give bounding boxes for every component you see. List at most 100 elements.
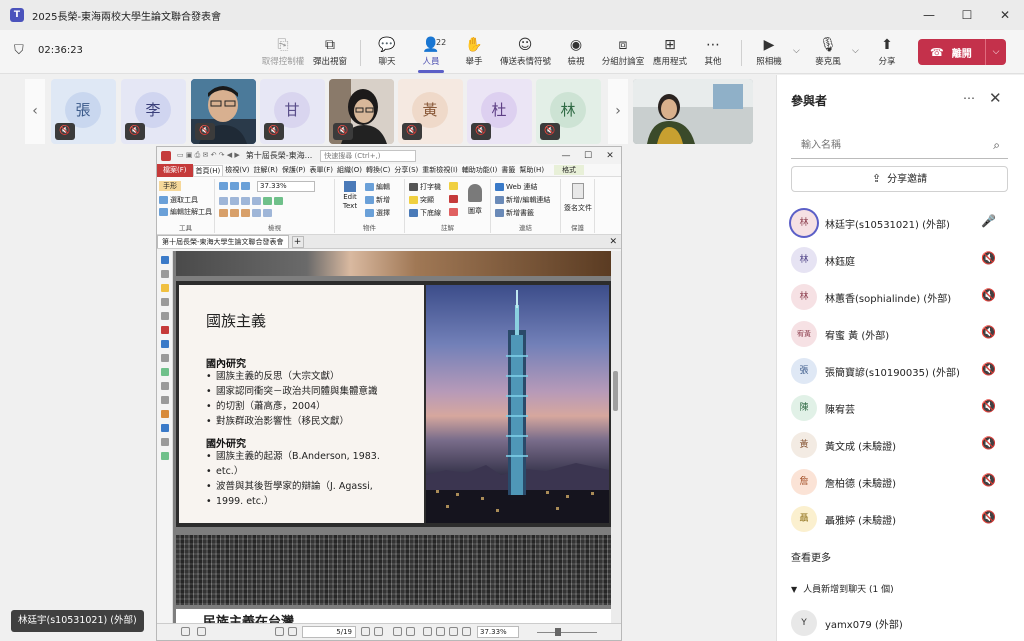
- chat-button[interactable]: 💬 聊天: [362, 36, 412, 67]
- see-more-link[interactable]: 查看更多: [791, 549, 831, 564]
- zoom-slider-knob[interactable]: [555, 628, 561, 636]
- next-page-icon[interactable]: [361, 627, 370, 636]
- pdf-close-button[interactable]: ✕: [599, 151, 621, 161]
- video-tile[interactable]: 甘 🔇: [260, 79, 325, 144]
- signatures-panel-icon[interactable]: [161, 354, 169, 362]
- participant-row[interactable]: 林林蕙香(sophialinde) (外部) 🔇: [791, 281, 1013, 311]
- layers-panel-icon[interactable]: [161, 312, 169, 320]
- tags-panel-icon[interactable]: [161, 396, 169, 404]
- destinations-panel-icon[interactable]: [161, 368, 169, 376]
- bookmark-panel-icon[interactable]: [161, 256, 169, 264]
- first-page-icon[interactable]: [275, 627, 284, 636]
- reactions-button[interactable]: ☺ 傳送表情符號: [500, 36, 551, 67]
- zoom-slider[interactable]: [537, 632, 597, 633]
- added-to-chat-section[interactable]: ▼ 人員新增到聊天 (1 個): [791, 582, 894, 595]
- breakout-rooms-button[interactable]: ⧈ 分組討論室: [598, 36, 648, 67]
- pdf-menu-item[interactable]: 組織(O): [335, 165, 364, 175]
- quick-access-toolbar[interactable]: ▭ ▣ ⎙ ✉ ↶ ↷ ◀ ▶: [177, 151, 240, 160]
- video-tile[interactable]: 張 🔇: [51, 79, 116, 144]
- raise-hand-button[interactable]: ✋ 舉手: [449, 36, 499, 67]
- video-tile[interactable]: 🔇: [191, 79, 256, 144]
- mic-options-chevron-icon[interactable]: ⌵: [852, 46, 859, 56]
- select-button[interactable]: 選擇: [365, 208, 390, 218]
- rotate-icons[interactable]: [219, 209, 274, 217]
- video-tile[interactable]: 李 🔇: [121, 79, 186, 144]
- edit-text-button[interactable]: Edit Text: [339, 181, 361, 221]
- comments-panel-icon[interactable]: [161, 284, 169, 292]
- fields-panel-icon[interactable]: [161, 438, 169, 446]
- prev-page-icon[interactable]: [288, 627, 297, 636]
- structure-panel-icon[interactable]: [161, 340, 169, 348]
- pdf-menu-item[interactable]: 分享(S): [392, 165, 420, 175]
- order-panel-icon[interactable]: [161, 424, 169, 432]
- sign-document-button[interactable]: 簽名文件: [563, 181, 593, 221]
- pop-out-button[interactable]: ⧉ 彈出視窗: [305, 36, 355, 67]
- view-tools-icons[interactable]: [219, 182, 252, 190]
- scrollbar-thumb[interactable]: [613, 371, 618, 411]
- page-number-input[interactable]: 5/19: [302, 626, 356, 638]
- articles-panel-icon[interactable]: [161, 452, 169, 460]
- participant-row[interactable]: 張張簡寶諺(s10190035) (外部) 🔇: [791, 355, 1013, 385]
- share-invite-button[interactable]: ⇪ 分享邀請: [791, 166, 1008, 192]
- edit-annot-tool-button[interactable]: 編輯註解工具: [159, 207, 212, 217]
- select-tool-button[interactable]: 選取工具: [159, 195, 198, 205]
- pdf-menu-item[interactable]: 幫助(H): [517, 165, 546, 175]
- pdf-search-input[interactable]: 快速搜尋 (Ctrl+,): [320, 149, 417, 162]
- content-panel-icon[interactable]: [161, 382, 169, 390]
- pdf-menu-item[interactable]: 保護(P): [280, 165, 308, 175]
- minimize-button[interactable]: —: [910, 8, 948, 22]
- pdf-page-area[interactable]: 國族主義 國內研究 國族主義的反思（大宗文獻） 國家認同衝突－政治共同體與集體意…: [173, 251, 617, 623]
- note-icon[interactable]: [449, 182, 460, 190]
- status-zoom-input[interactable]: 37.33%: [477, 626, 519, 638]
- last-page-icon[interactable]: [374, 627, 383, 636]
- participant-row[interactable]: 林林鈺庭 🔇: [791, 244, 1013, 274]
- leave-button[interactable]: ☎ 離開 ⌵: [918, 39, 1006, 65]
- gallery-next-button[interactable]: ›: [608, 79, 628, 144]
- facing-view-icon[interactable]: [449, 627, 458, 636]
- participant-row[interactable]: 聶聶雅婷 (未驗證) 🔇: [791, 503, 1013, 533]
- microphone-button[interactable]: 🎙 麥克風: [803, 36, 853, 67]
- camera-button[interactable]: ▶ 照相機: [744, 36, 794, 67]
- add-edit-link-button[interactable]: 新增/編輯連結: [495, 195, 550, 205]
- settings-icon[interactable]: [181, 627, 190, 636]
- page-tool-icon[interactable]: [197, 627, 206, 636]
- chat-participant-row[interactable]: Y yamx079 (外部): [791, 607, 1013, 637]
- pdf-scrollbar[interactable]: [611, 251, 621, 623]
- links-panel-icon[interactable]: [161, 410, 169, 418]
- view-mode-icons[interactable]: [219, 197, 285, 205]
- video-tile[interactable]: 🔇: [329, 79, 394, 144]
- forward-icon[interactable]: [406, 627, 415, 636]
- pdf-menu-item[interactable]: 檔案(F): [157, 163, 193, 177]
- pdf-doc-tab[interactable]: 第十屆長榮-東海大學生論文聯合發表會: [157, 235, 289, 248]
- shield-icon[interactable]: ⛉: [14, 43, 24, 58]
- close-tab-button[interactable]: ✕: [609, 237, 617, 247]
- video-tile-presenter[interactable]: [633, 79, 753, 144]
- stamp-button[interactable]: 圖章: [463, 182, 487, 222]
- camera-options-chevron-icon[interactable]: ⌵: [793, 46, 800, 56]
- pdf-menu-item[interactable]: 格式: [554, 165, 585, 175]
- pdf-minimize-button[interactable]: —: [555, 151, 577, 161]
- participant-row[interactable]: 宥黃 宥蜜 黃 (外部) 🔇: [791, 318, 1013, 348]
- take-control-button[interactable]: ⎘ 取得控制權: [258, 36, 308, 67]
- add-bookmark-button[interactable]: 新增書籤: [495, 208, 534, 218]
- typewriter-button[interactable]: 打字機: [409, 182, 441, 192]
- pages-panel-icon[interactable]: [161, 270, 169, 278]
- gallery-prev-button[interactable]: ‹: [25, 79, 45, 144]
- video-tile[interactable]: 黃 🔇: [398, 79, 463, 144]
- more-button[interactable]: ⋯ 其他: [688, 36, 738, 67]
- participant-row[interactable]: 黃黃文成 (未驗證) 🔇: [791, 429, 1013, 459]
- maximize-button[interactable]: ☐: [948, 8, 986, 22]
- close-window-button[interactable]: ✕: [986, 8, 1024, 22]
- single-page-view-icon[interactable]: [423, 627, 432, 636]
- security-panel-icon[interactable]: [161, 326, 169, 334]
- underline-button[interactable]: 下底線: [409, 208, 441, 218]
- video-tile[interactable]: 杜 🔇: [467, 79, 532, 144]
- pdf-menu-item[interactable]: 轉換(C): [364, 165, 392, 175]
- edit-button[interactable]: 編輯: [365, 182, 390, 192]
- pdf-maximize-button[interactable]: ☐: [577, 151, 599, 161]
- highlight-button[interactable]: 突顯: [409, 195, 434, 205]
- back-icon[interactable]: [393, 627, 402, 636]
- leave-options-chevron-icon[interactable]: ⌵: [986, 47, 1006, 57]
- participant-search-input[interactable]: [791, 133, 971, 157]
- pdf-menu-item[interactable]: 表單(F): [308, 165, 336, 175]
